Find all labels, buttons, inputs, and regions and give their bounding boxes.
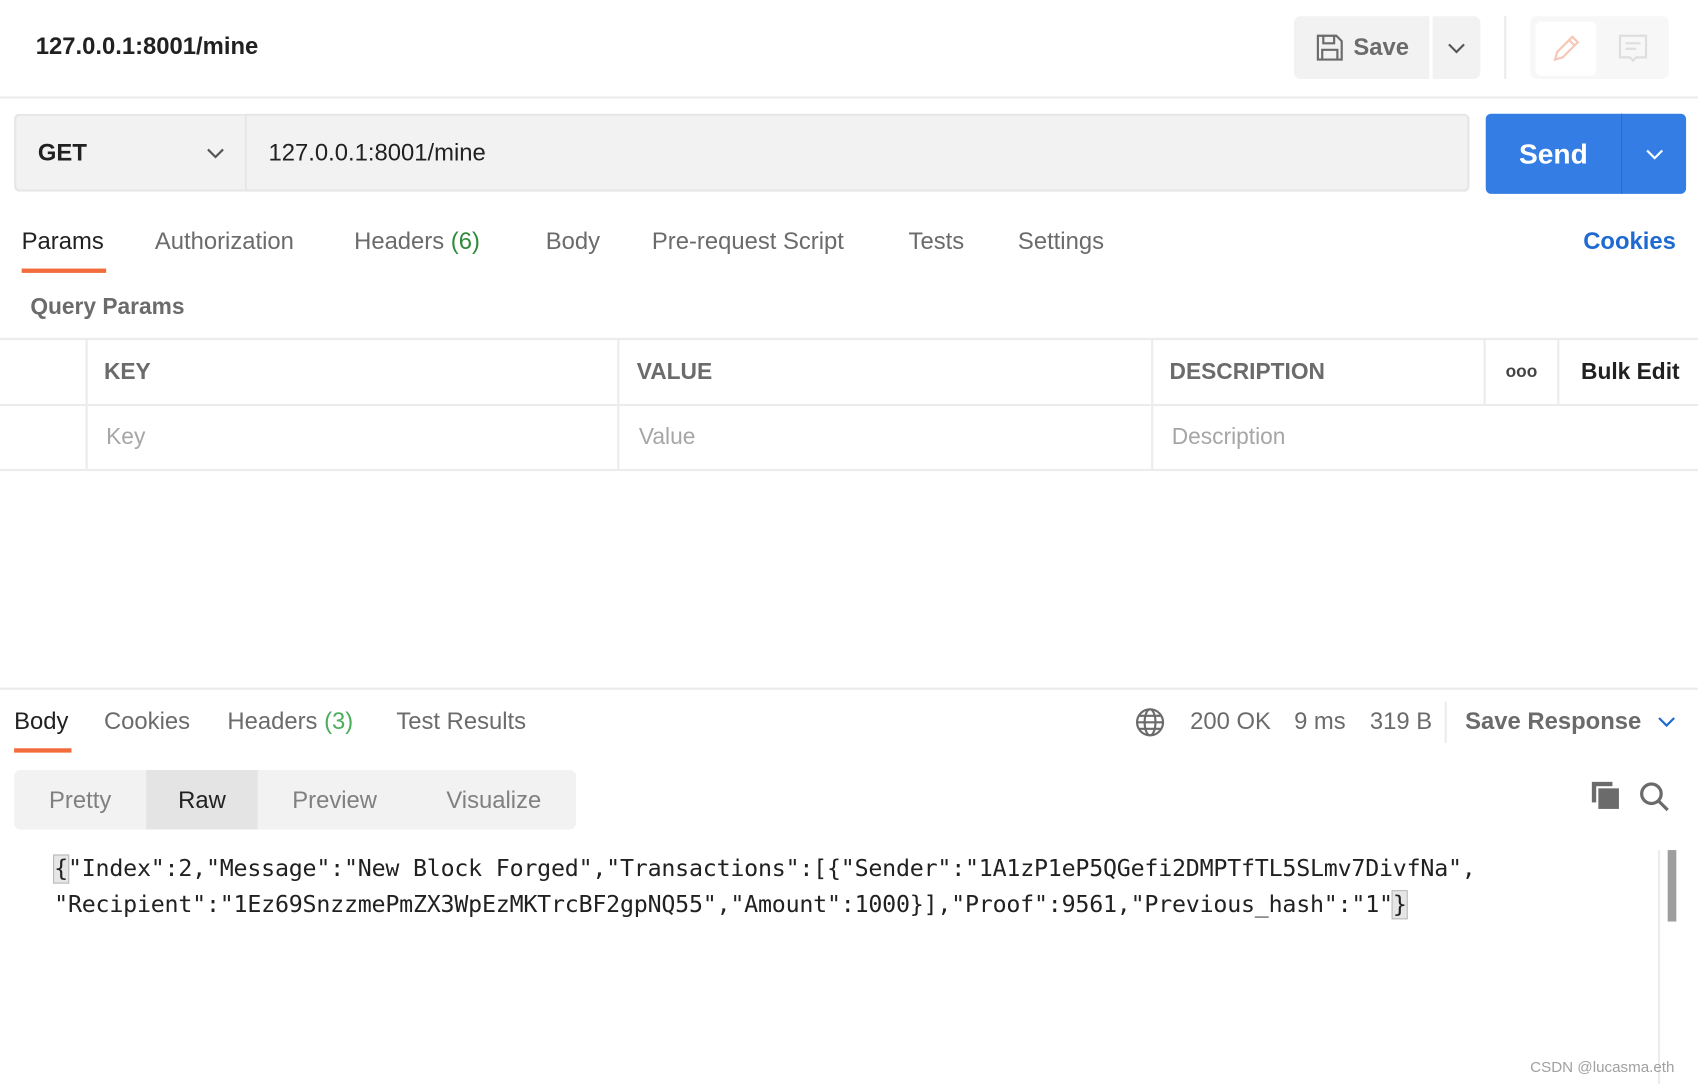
status-code[interactable]: 200 OK xyxy=(1190,707,1271,735)
response-tab-test-results[interactable]: Test Results xyxy=(396,707,526,735)
comment-icon xyxy=(1618,34,1648,63)
divider xyxy=(0,468,1698,472)
tab-body[interactable]: Body xyxy=(546,227,600,255)
divider xyxy=(85,337,88,472)
key-input[interactable]: Key xyxy=(106,406,615,469)
divider xyxy=(1504,16,1507,80)
response-time[interactable]: 9 ms xyxy=(1294,707,1346,735)
method-select[interactable]: GET xyxy=(14,113,245,192)
send-dropdown-button[interactable] xyxy=(1622,114,1686,194)
save-icon xyxy=(1316,34,1343,61)
cookies-link[interactable]: Cookies xyxy=(1583,227,1676,255)
divider xyxy=(617,337,620,472)
chevron-down-icon[interactable] xyxy=(1657,715,1676,728)
tab-params[interactable]: Params xyxy=(22,227,104,255)
tab-label: Headers xyxy=(354,227,445,255)
headers-count: (6) xyxy=(450,227,480,255)
column-header-key: KEY xyxy=(103,358,151,384)
send-button-group: Send xyxy=(1485,113,1687,194)
save-button[interactable]: Save xyxy=(1294,16,1430,80)
open-brace: { xyxy=(53,854,70,884)
search-icon[interactable] xyxy=(1638,781,1670,813)
pencil-icon xyxy=(1553,35,1580,62)
bulk-edit-button[interactable]: Bulk Edit xyxy=(1581,340,1680,404)
divider xyxy=(1557,337,1560,406)
method-value: GET xyxy=(37,138,87,166)
send-button[interactable]: Send xyxy=(1486,113,1623,194)
response-tab-cookies[interactable]: Cookies xyxy=(104,707,190,735)
body-line-1: "Index":2,"Message":"New Block Forged","… xyxy=(67,855,1476,883)
chevron-down-icon xyxy=(1645,149,1663,160)
more-options-button[interactable]: ooo xyxy=(1486,340,1557,404)
watermark: CSDN @lucasma.eth xyxy=(1530,1057,1675,1076)
headers-count: (3) xyxy=(324,707,354,735)
view-visualize[interactable]: Visualize xyxy=(412,770,577,830)
body-line-2: "Recipient":"1Ez69SnzzmePmZX3WpEzMKTrcBF… xyxy=(54,891,1393,919)
response-size[interactable]: 319 B xyxy=(1370,707,1432,735)
pane-divider[interactable] xyxy=(0,687,1698,690)
query-params-title: Query Params xyxy=(30,294,185,320)
divider xyxy=(0,96,1698,99)
column-header-description: DESCRIPTION xyxy=(1169,358,1325,384)
active-tab-indicator xyxy=(14,748,72,753)
globe-icon[interactable] xyxy=(1135,707,1165,737)
chevron-down-icon xyxy=(1448,43,1465,54)
request-title: 127.0.0.1:8001/mine xyxy=(35,32,259,60)
comments-button[interactable] xyxy=(1603,22,1664,76)
save-label: Save xyxy=(1353,33,1410,61)
copy-icon[interactable] xyxy=(1591,781,1622,812)
view-preview[interactable]: Preview xyxy=(258,770,412,830)
chevron-down-icon xyxy=(207,148,224,159)
divider xyxy=(0,337,1698,341)
tab-authorization[interactable]: Authorization xyxy=(155,227,294,255)
view-raw[interactable]: Raw xyxy=(146,769,258,830)
scrollbar-track[interactable] xyxy=(1657,850,1661,1084)
close-brace: } xyxy=(1391,890,1408,920)
response-tab-headers[interactable]: Headers (3) xyxy=(227,707,353,735)
tab-pre-request-script[interactable]: Pre-request Script xyxy=(652,227,844,255)
divider xyxy=(1444,701,1447,743)
url-input[interactable]: 127.0.0.1:8001/mine xyxy=(244,113,1470,192)
save-response-button[interactable]: Save Response xyxy=(1465,707,1641,735)
tab-tests[interactable]: Tests xyxy=(909,227,965,255)
tab-label: Headers xyxy=(227,707,318,735)
column-header-value: VALUE xyxy=(636,358,713,384)
divider xyxy=(1151,337,1154,472)
view-pretty[interactable]: Pretty xyxy=(14,770,146,830)
view-mode-selector: Pretty Raw Preview Visualize xyxy=(14,769,577,830)
save-dropdown-button[interactable] xyxy=(1432,16,1481,80)
scrollbar-thumb[interactable] xyxy=(1667,850,1677,922)
value-input[interactable]: Value xyxy=(639,406,1148,469)
tab-settings[interactable]: Settings xyxy=(1018,227,1104,255)
response-tab-body[interactable]: Body xyxy=(14,707,68,735)
edit-button[interactable] xyxy=(1535,21,1597,76)
description-input[interactable]: Description xyxy=(1172,406,1692,469)
response-body[interactable]: {"Index":2,"Message":"New Block Forged",… xyxy=(53,851,1476,922)
tab-headers[interactable]: Headers (6) xyxy=(354,227,480,255)
active-tab-indicator xyxy=(21,268,107,273)
